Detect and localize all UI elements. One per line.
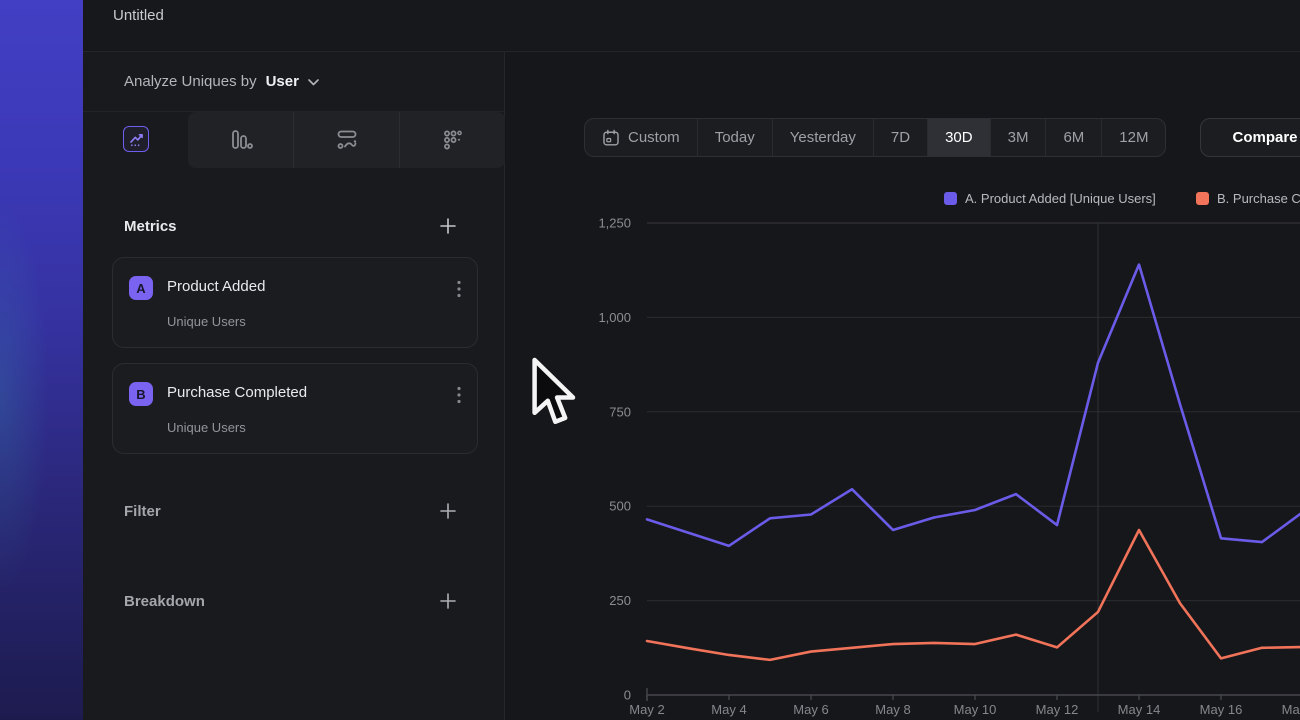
metric-subtitle[interactable]: Unique Users: [167, 420, 246, 435]
legend-item-a[interactable]: A. Product Added [Unique Users]: [944, 191, 1156, 206]
analyze-entity-dropdown[interactable]: User: [266, 73, 299, 90]
range-label: Custom: [628, 129, 680, 146]
y-tick-label: 0: [624, 688, 631, 703]
range-label: Today: [715, 129, 755, 146]
range-3m[interactable]: 3M: [991, 119, 1047, 156]
range-12m[interactable]: 12M: [1102, 119, 1165, 156]
metric-title[interactable]: Purchase Completed: [167, 384, 307, 401]
plus-icon: [439, 592, 457, 610]
line-chart-icon: [128, 131, 145, 148]
legend-label: B. Purchase Completed [Unique Users]: [1217, 191, 1300, 206]
metric-subtitle[interactable]: Unique Users: [167, 314, 246, 329]
tab-flow-chart[interactable]: [294, 112, 400, 168]
range-7d[interactable]: 7D: [874, 119, 928, 156]
y-tick-label: 250: [609, 593, 631, 608]
range-label: Yesterday: [790, 129, 856, 146]
header-bar: Untitled: [83, 0, 1300, 52]
range-label: 30D: [945, 129, 973, 146]
range-label: 7D: [891, 129, 910, 146]
bar-chart-icon: [229, 129, 253, 151]
kebab-icon[interactable]: [457, 386, 461, 404]
chart-type-tabs: [188, 112, 505, 168]
x-tick-label: May 8: [875, 702, 910, 717]
x-tick-label: May 12: [1036, 702, 1079, 717]
y-tick-label: 1,250: [598, 216, 631, 231]
breakdown-heading: Breakdown: [124, 593, 205, 610]
legend-swatch-b: [1196, 192, 1209, 205]
report-title[interactable]: Untitled: [113, 7, 164, 24]
chevron-down-icon[interactable]: [308, 79, 319, 86]
range-today[interactable]: Today: [698, 119, 773, 156]
range-custom[interactable]: Custom: [585, 119, 698, 156]
x-tick-label: May 16: [1200, 702, 1243, 717]
chart-panel: 0 250 500 750 1,000 1,250 May 2 May 4 May 6 May 8…: [506, 52, 1300, 720]
x-tick-label: May 18: [1282, 702, 1300, 717]
legend-item-b[interactable]: B. Purchase Completed [Unique Users]: [1196, 191, 1300, 206]
add-metric-button[interactable]: [437, 215, 459, 237]
calendar-icon: [602, 129, 620, 147]
plus-icon: [439, 502, 457, 520]
metric-card-b[interactable]: B Purchase Completed Unique Users: [112, 363, 478, 454]
legend-label: A. Product Added [Unique Users]: [965, 191, 1156, 206]
query-sidebar: Analyze Uniques by User: [83, 52, 505, 720]
y-tick-label: 500: [609, 499, 631, 514]
tab-line-chart[interactable]: [123, 126, 149, 152]
analyze-label: Analyze Uniques by: [124, 73, 257, 90]
range-label: 3M: [1008, 129, 1029, 146]
metric-card-a[interactable]: A Product Added Unique Users: [112, 257, 478, 348]
x-tick-label: May 4: [711, 702, 746, 717]
x-tick-label: May 6: [793, 702, 828, 717]
x-tick-label: May 10: [954, 702, 997, 717]
metrics-heading: Metrics: [124, 218, 177, 235]
compare-button[interactable]: Compare: [1200, 118, 1300, 157]
tab-grid-view[interactable]: [400, 112, 505, 168]
metric-badge-a: A: [129, 276, 153, 300]
x-tick-label: May 14: [1118, 702, 1161, 717]
date-range-picker: Custom Today Yesterday 7D 30D 3M 6M 12M: [584, 118, 1166, 157]
analyze-row: Analyze Uniques by User: [83, 52, 504, 112]
grid-dots-icon: [441, 129, 465, 151]
left-accent-strip: [0, 0, 83, 720]
metric-title[interactable]: Product Added: [167, 278, 265, 295]
range-yesterday[interactable]: Yesterday: [773, 119, 874, 156]
range-label: 6M: [1063, 129, 1084, 146]
series-line-b: [647, 530, 1300, 660]
y-tick-label: 1,000: [598, 310, 631, 325]
series-line-a: [647, 265, 1300, 546]
legend-swatch-a: [944, 192, 957, 205]
metric-badge-b: B: [129, 382, 153, 406]
add-filter-button[interactable]: [437, 500, 459, 522]
range-6m[interactable]: 6M: [1046, 119, 1102, 156]
tab-bar-chart[interactable]: [188, 112, 294, 168]
flow-chart-icon: [335, 129, 359, 151]
plus-icon: [439, 217, 457, 235]
y-tick-label: 750: [609, 404, 631, 419]
filter-heading: Filter: [124, 503, 161, 520]
kebab-icon[interactable]: [457, 280, 461, 298]
range-30d[interactable]: 30D: [928, 119, 991, 156]
add-breakdown-button[interactable]: [437, 590, 459, 612]
range-label: 12M: [1119, 129, 1148, 146]
x-tick-label: May 2: [629, 702, 664, 717]
